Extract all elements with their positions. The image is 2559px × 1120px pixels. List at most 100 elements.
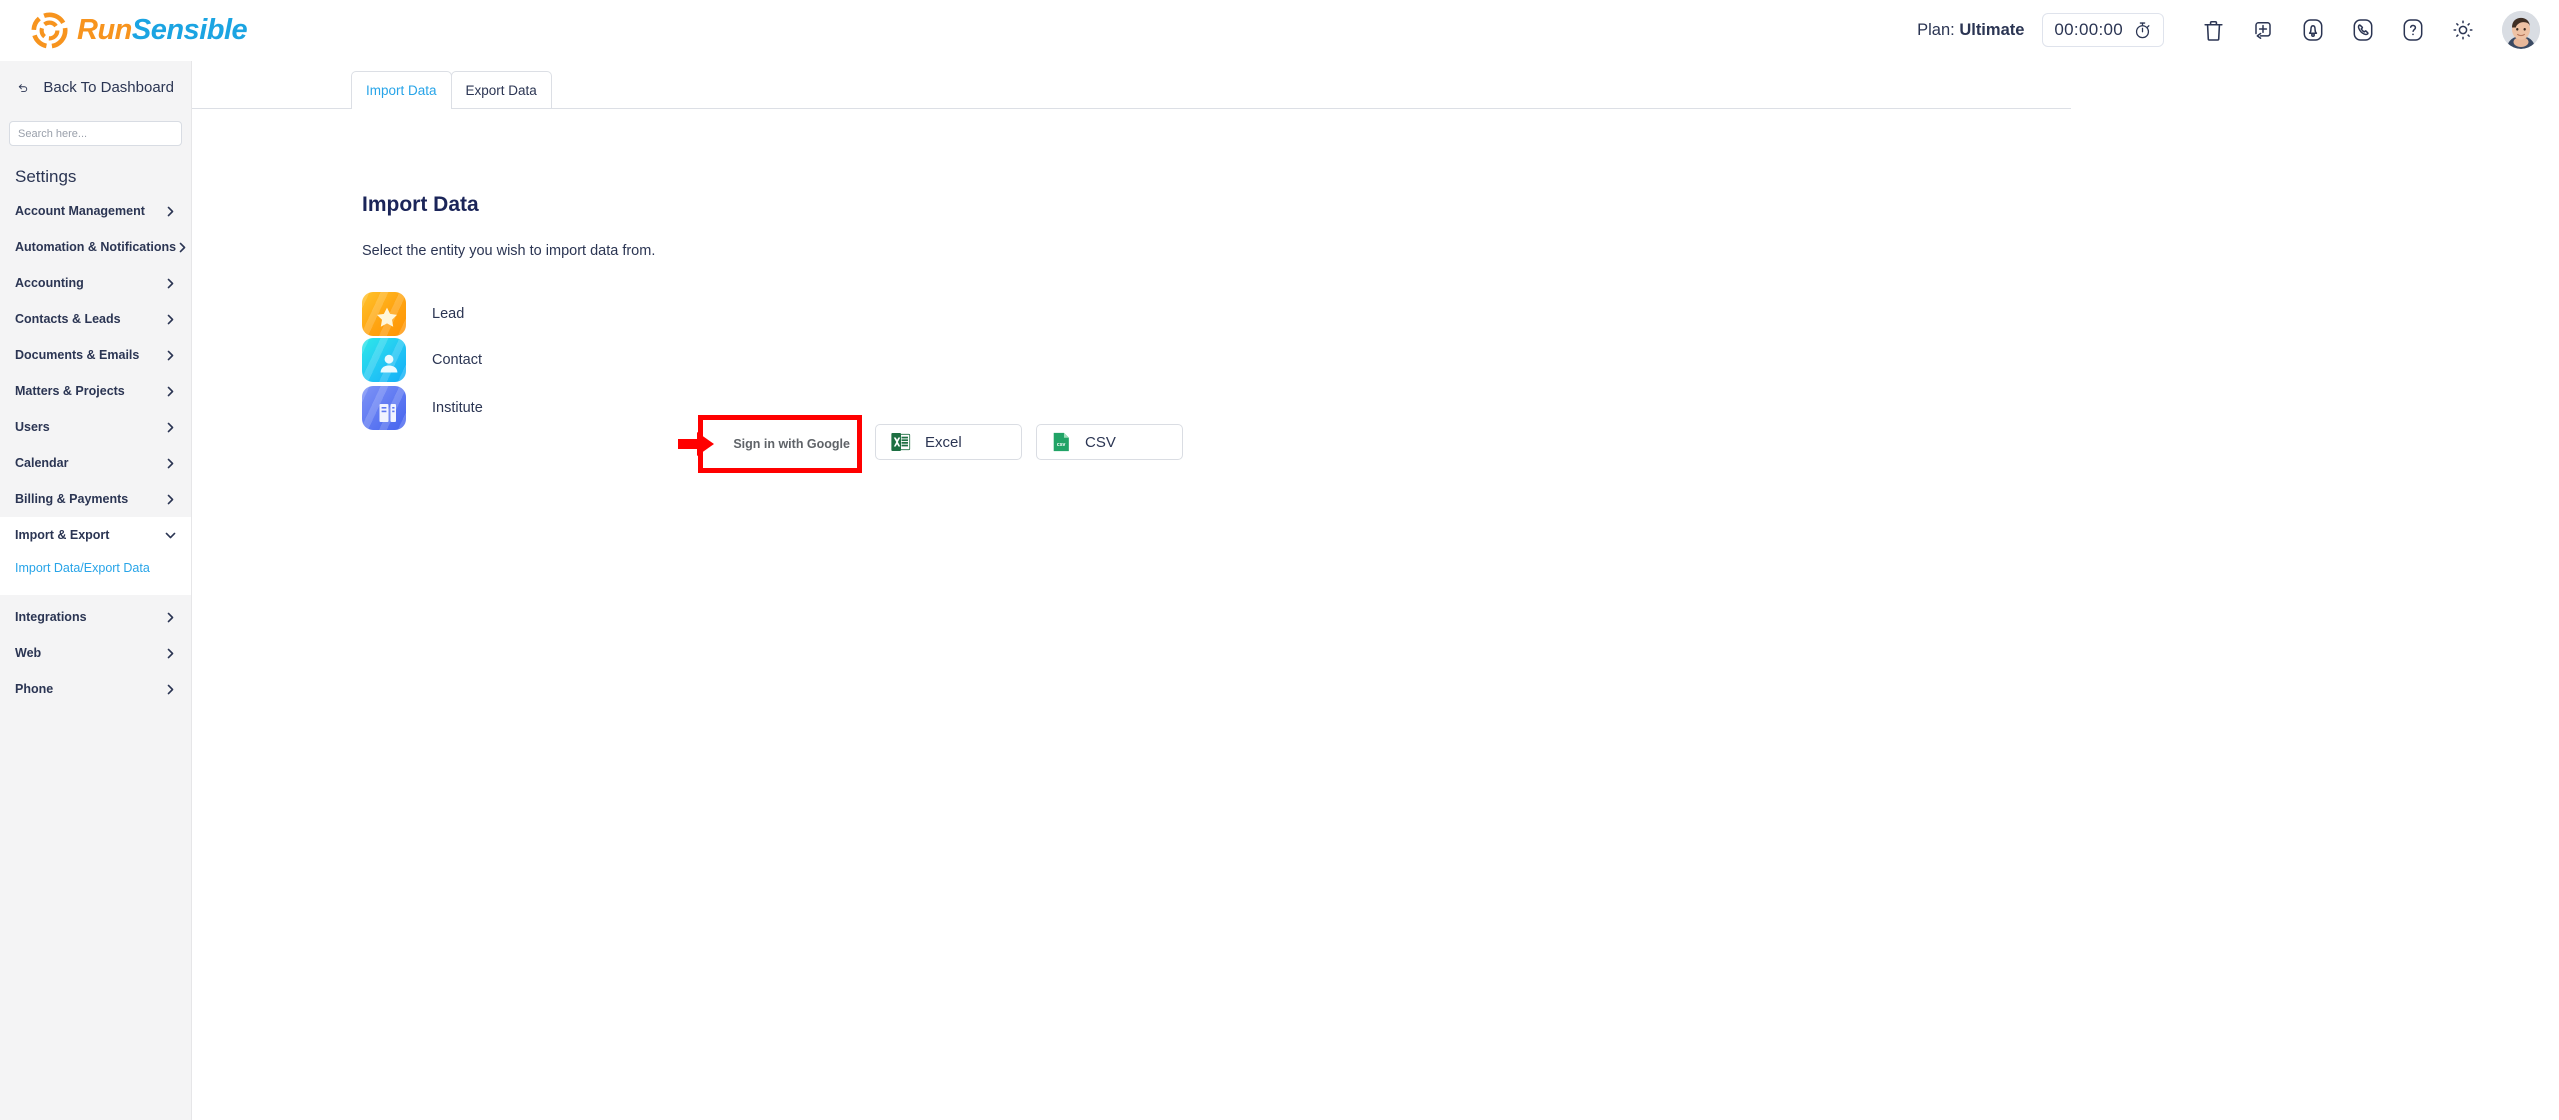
tab-export-data[interactable]: Export Data: [450, 71, 552, 109]
tab-strip: Import Data Export Data: [351, 71, 552, 109]
sidebar-nav-list: Account Management Automation & Notifica…: [0, 193, 191, 707]
sidebar-item-label: Import & Export: [15, 528, 110, 542]
entity-label: Institute: [432, 400, 483, 416]
excel-icon: [891, 433, 911, 451]
sidebar-item-label: Account Management: [15, 204, 145, 218]
csv-import-button[interactable]: csv CSV: [1036, 424, 1183, 460]
sidebar-item-users[interactable]: Users: [0, 409, 191, 445]
sidebar-item-label: Users: [15, 420, 50, 434]
sidebar-item-matters-projects[interactable]: Matters & Projects: [0, 373, 191, 409]
chevron-right-icon: [164, 683, 177, 696]
sidebar-item-label: Web: [15, 646, 42, 660]
plan-prefix-label: Plan:: [1917, 20, 1955, 39]
timer-widget[interactable]: 00:00:00: [2042, 13, 2164, 47]
sidebar-item-import-export[interactable]: Import & Export: [0, 517, 191, 553]
entity-row-contact[interactable]: Contact: [362, 338, 482, 382]
entity-row-institute[interactable]: Institute: [362, 386, 483, 430]
chevron-right-icon: [176, 241, 189, 254]
person-icon: [362, 338, 406, 382]
sidebar-item-documents-emails[interactable]: Documents & Emails: [0, 337, 191, 373]
chevron-right-icon: [164, 493, 177, 506]
sidebar-item-automation-notifications[interactable]: Automation & Notifications: [0, 229, 191, 265]
sidebar-item-calendar[interactable]: Calendar: [0, 445, 191, 481]
stopwatch-icon[interactable]: [2133, 21, 2152, 40]
back-to-dashboard-button[interactable]: Back To Dashboard: [0, 61, 191, 113]
search-input[interactable]: [9, 121, 182, 146]
sidebar-subitem-import-export-data[interactable]: Import Data/Export Data: [0, 553, 191, 583]
sidebar-search-wrapper: [0, 121, 191, 146]
timer-value: 00:00:00: [2054, 20, 2123, 39]
page-subtitle: Select the entity you wish to import dat…: [362, 243, 656, 259]
notification-bell-icon[interactable]: [2288, 8, 2338, 52]
logo-wordmark: RunSensible: [77, 13, 248, 47]
tab-label: Import Data: [366, 83, 437, 98]
trash-icon[interactable]: [2188, 8, 2238, 52]
settings-sidebar: Back To Dashboard Settings Account Manag…: [0, 61, 192, 1120]
sidebar-item-phone[interactable]: Phone: [0, 671, 191, 707]
chevron-right-icon: [164, 385, 177, 398]
back-to-dashboard-label: Back To Dashboard: [43, 78, 174, 96]
sidebar-item-label: Accounting: [15, 276, 84, 290]
help-icon[interactable]: [2388, 8, 2438, 52]
sidebar-item-label: Contacts & Leads: [15, 312, 121, 326]
sidebar-item-account-management[interactable]: Account Management: [0, 193, 191, 229]
chevron-right-icon: [164, 457, 177, 470]
add-task-icon[interactable]: [2238, 8, 2288, 52]
sidebar-group-import-export: Import & Export Import Data/Export Data: [0, 517, 191, 595]
logo-sensible-text: Sensible: [131, 13, 248, 46]
tab-label: Export Data: [465, 83, 537, 98]
csv-icon: csv: [1053, 432, 1069, 452]
chevron-right-icon: [164, 611, 177, 624]
entity-row-lead[interactable]: Lead: [362, 292, 464, 336]
sidebar-item-web[interactable]: Web: [0, 635, 191, 671]
plan-value-label: Ultimate: [1959, 20, 2025, 39]
sidebar-item-label: Phone: [15, 682, 54, 696]
sidebar-item-label: Calendar: [15, 456, 69, 470]
google-logo-icon: [708, 442, 711, 446]
user-avatar[interactable]: [2502, 11, 2540, 49]
chevron-right-icon: [164, 349, 177, 362]
building-icon: [362, 386, 406, 430]
star-icon: [362, 292, 406, 336]
chevron-right-icon: [164, 277, 177, 290]
page-title: Import Data: [362, 193, 479, 216]
app-logo[interactable]: RunSensible: [31, 11, 248, 49]
chevron-right-icon: [164, 647, 177, 660]
sidebar-item-label: Integrations: [15, 610, 87, 624]
sidebar-item-contacts-leads[interactable]: Contacts & Leads: [0, 301, 191, 337]
avatar-photo: [2502, 11, 2540, 49]
sidebar-item-label: Matters & Projects: [15, 384, 125, 398]
chevron-right-icon: [164, 421, 177, 434]
entity-label: Contact: [432, 352, 482, 368]
sidebar-item-integrations[interactable]: Integrations: [0, 599, 191, 635]
sidebar-item-label: Documents & Emails: [15, 348, 140, 362]
sidebar-subitem-label: Import Data/Export Data: [15, 561, 150, 575]
svg-text:csv: csv: [1057, 442, 1066, 448]
excel-import-button[interactable]: Excel: [875, 424, 1022, 460]
settings-heading: Settings: [15, 167, 77, 186]
import-data-panel: Import Data Select the entity you wish t…: [192, 109, 2559, 1120]
chevron-right-icon: [164, 313, 177, 326]
excel-button-label: Excel: [925, 433, 962, 451]
sidebar-item-label: Automation & Notifications: [15, 240, 177, 254]
csv-button-label: CSV: [1085, 433, 1116, 451]
chevron-right-icon: [164, 205, 177, 218]
settings-gear-icon[interactable]: [2438, 8, 2488, 52]
tab-bar: Import Data Export Data: [192, 61, 2559, 109]
sidebar-item-accounting[interactable]: Accounting: [0, 265, 191, 301]
logo-run-text: Run: [77, 13, 132, 46]
google-button-label: Sign in with Google: [733, 437, 850, 451]
top-bar: RunSensible Plan: Ultimate 00:00:00: [0, 0, 2559, 61]
tab-import-data[interactable]: Import Data: [351, 71, 452, 109]
sidebar-group-spacer: [0, 583, 191, 595]
sidebar-item-label: Billing & Payments: [15, 492, 129, 506]
entity-label: Lead: [432, 306, 465, 322]
plan-indicator: Plan: Ultimate: [1917, 21, 2024, 40]
back-arrow-icon: [18, 83, 28, 92]
phone-icon[interactable]: [2338, 8, 2388, 52]
runsensible-logo-icon: [31, 11, 68, 49]
chevron-down-icon: [164, 529, 177, 542]
topbar-actions: Plan: Ultimate 00:00:00: [1917, 8, 2540, 52]
sidebar-item-billing-payments[interactable]: Billing & Payments: [0, 481, 191, 517]
sign-in-with-google-button[interactable]: Sign in with Google: [708, 425, 850, 463]
